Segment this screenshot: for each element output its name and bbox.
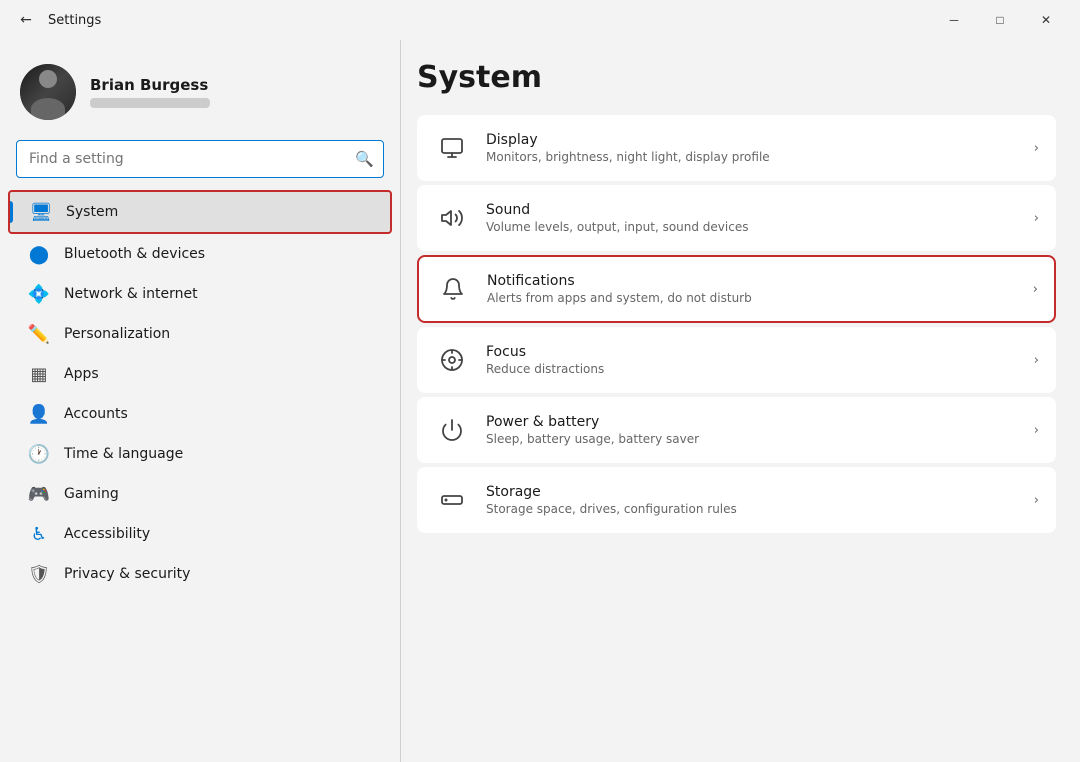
power-chevron: › [1034,423,1039,438]
notifications-name: Notifications [487,273,1017,289]
sidebar-label-system: System [66,204,118,220]
network-icon: 💠 [28,283,50,305]
sidebar-item-apps[interactable]: ▦ Apps [8,354,392,394]
sidebar-item-network[interactable]: 💠 Network & internet [8,274,392,314]
sound-text: Sound Volume levels, output, input, soun… [486,202,1018,234]
notifications-text: Notifications Alerts from apps and syste… [487,273,1017,305]
sidebar-label-accessibility: Accessibility [64,526,150,542]
display-chevron: › [1034,141,1039,156]
privacy-icon: 🛡 [28,563,50,585]
sidebar-item-accounts[interactable]: 👤 Accounts [8,394,392,434]
sidebar-item-privacy[interactable]: 🛡 Privacy & security [8,554,392,594]
close-button[interactable]: ✕ [1024,4,1068,36]
storage-text: Storage Storage space, drives, configura… [486,484,1018,516]
sidebar-label-apps: Apps [64,366,99,382]
sound-icon [434,200,470,236]
storage-name: Storage [486,484,1018,500]
sidebar-item-bluetooth[interactable]: ⬤ Bluetooth & devices [8,234,392,274]
time-icon: 🕐 [28,443,50,465]
system-icon: 🖥 [30,201,52,223]
setting-focus[interactable]: Focus Reduce distractions › [417,327,1056,393]
setting-storage[interactable]: Storage Storage space, drives, configura… [417,467,1056,533]
sidebar-label-gaming: Gaming [64,486,119,502]
gaming-icon: 🎮 [28,483,50,505]
sidebar-label-bluetooth: Bluetooth & devices [64,246,205,262]
focus-desc: Reduce distractions [486,362,1018,376]
sidebar-item-accessibility[interactable]: ♿ Accessibility [8,514,392,554]
user-profile[interactable]: Brian Burgess [0,56,400,140]
storage-chevron: › [1034,493,1039,508]
sidebar-label-network: Network & internet [64,286,198,302]
back-button[interactable]: ← [12,6,40,34]
maximize-button[interactable]: □ [978,4,1022,36]
main-content: System Display Monitors, brightness, nig… [401,40,1080,762]
sidebar-label-privacy: Privacy & security [64,566,190,582]
user-email-blur [90,98,210,108]
notifications-desc: Alerts from apps and system, do not dist… [487,291,1017,305]
setting-display[interactable]: Display Monitors, brightness, night ligh… [417,115,1056,181]
app-title: Settings [48,13,932,28]
focus-chevron: › [1034,353,1039,368]
avatar [20,64,76,120]
bluetooth-icon: ⬤ [28,243,50,265]
power-desc: Sleep, battery usage, battery saver [486,432,1018,446]
power-name: Power & battery [486,414,1018,430]
sidebar-item-system[interactable]: 🖥 System [8,190,392,234]
power-icon [434,412,470,448]
accessibility-icon: ♿ [28,523,50,545]
sound-name: Sound [486,202,1018,218]
sound-chevron: › [1034,211,1039,226]
power-text: Power & battery Sleep, battery usage, ba… [486,414,1018,446]
accounts-icon: 👤 [28,403,50,425]
notifications-chevron: › [1033,282,1038,297]
sidebar-item-gaming[interactable]: 🎮 Gaming [8,474,392,514]
personalization-icon: ✏️ [28,323,50,345]
display-text: Display Monitors, brightness, night ligh… [486,132,1018,164]
storage-icon [434,482,470,518]
sidebar-label-time: Time & language [64,446,183,462]
page-title: System [417,60,1056,95]
display-name: Display [486,132,1018,148]
focus-name: Focus [486,344,1018,360]
apps-icon: ▦ [28,363,50,385]
minimize-button[interactable]: ─ [932,4,976,36]
setting-sound[interactable]: Sound Volume levels, output, input, soun… [417,185,1056,251]
sound-desc: Volume levels, output, input, sound devi… [486,220,1018,234]
sidebar: Brian Burgess 🔍 🖥 System ⬤ Bluetooth & d… [0,40,400,762]
sidebar-label-accounts: Accounts [64,406,128,422]
display-icon [434,130,470,166]
settings-list: Display Monitors, brightness, night ligh… [417,115,1056,533]
sidebar-nav: 🖥 System ⬤ Bluetooth & devices 💠 Network… [0,190,400,594]
focus-text: Focus Reduce distractions [486,344,1018,376]
search-container: 🔍 [16,140,384,178]
titlebar: ← Settings ─ □ ✕ [0,0,1080,40]
storage-desc: Storage space, drives, configuration rul… [486,502,1018,516]
sidebar-item-time[interactable]: 🕐 Time & language [8,434,392,474]
display-desc: Monitors, brightness, night light, displ… [486,150,1018,164]
user-name: Brian Burgess [90,76,210,94]
avatar-image [20,64,76,120]
notifications-icon [435,271,471,307]
sidebar-item-personalization[interactable]: ✏️ Personalization [8,314,392,354]
sidebar-label-personalization: Personalization [64,326,170,342]
setting-power[interactable]: Power & battery Sleep, battery usage, ba… [417,397,1056,463]
focus-icon [434,342,470,378]
search-input[interactable] [16,140,384,178]
user-info: Brian Burgess [90,76,210,108]
app-container: Brian Burgess 🔍 🖥 System ⬤ Bluetooth & d… [0,40,1080,762]
window-controls: ─ □ ✕ [932,4,1068,36]
setting-notifications[interactable]: Notifications Alerts from apps and syste… [417,255,1056,323]
